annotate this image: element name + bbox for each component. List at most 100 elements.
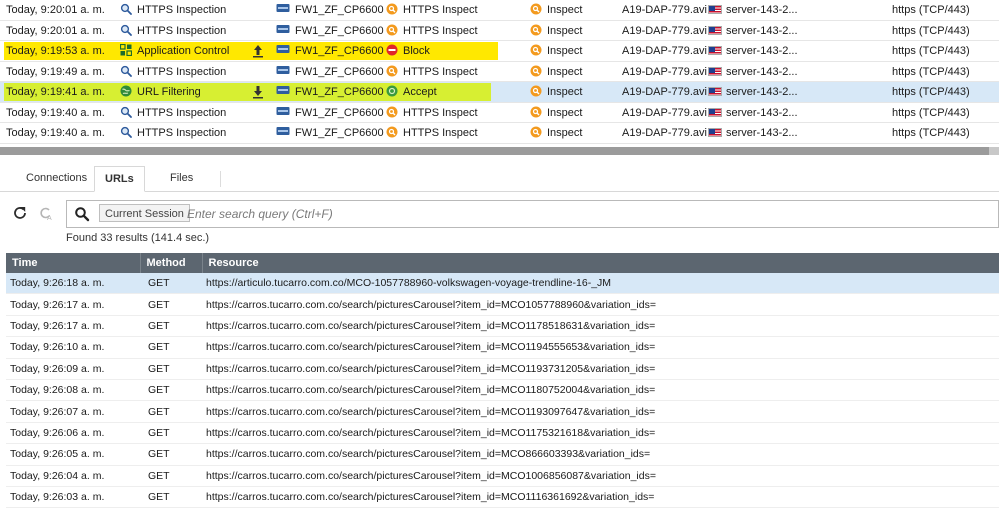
url-row[interactable]: Today, 9:26:10 a. m. GET https://carros.tu… [6,336,999,359]
url-row[interactable]: Today, 9:26:06 a. m. GET https://carros.tu… [6,422,999,445]
url-row[interactable]: Today, 9:26:04 a. m. GET https://carros.tu… [6,465,999,487]
log-type-label: Inspect [547,106,583,119]
refresh-icon[interactable] [12,205,28,221]
magnifier-icon [120,106,132,118]
search-icon[interactable] [74,206,90,222]
log-row[interactable]: Today, 9:19:40 a. m. HTTPS Inspection FW1_… [0,123,999,144]
url-row[interactable]: Today, 9:26:18 a. m. GET https://articulo.… [6,273,999,295]
url-resource: https://carros.tucarro.com.co/search/pic… [202,422,999,445]
url-time: Today, 9:26:03 a. m. [6,486,140,508]
url-resource: https://carros.tucarro.com.co/search/pic… [202,486,999,508]
log-type-label: Inspect [547,65,583,78]
log-time: Today, 9:20:01 a. m. [6,4,105,16]
search-input[interactable] [187,205,887,223]
column-header-method[interactable]: Method [140,253,203,273]
log-gateway-label: FW1_ZF_CP6600 [295,127,384,139]
url-row[interactable]: Today, 9:26:09 a. m. GET https://carros.tu… [6,358,999,380]
log-type: Inspect [530,106,582,120]
log-destination: server-143-2... [708,126,798,140]
log-blade: HTTPS Inspection [120,126,226,140]
tab-urls[interactable]: URLs [94,166,145,192]
log-row[interactable]: Today, 9:20:01 a. m. HTTPS Inspection FW1_… [0,0,999,21]
inspect-type-icon [530,85,542,97]
log-action: HTTPS Inspect [386,106,478,120]
log-time: Today, 9:19:49 a. m. [6,65,105,78]
url-time: Today, 9:26:04 a. m. [6,465,140,487]
gateway-icon [276,65,290,77]
log-row[interactable]: Today, 9:20:01 a. m. HTTPS Inspection FW1_… [0,21,999,41]
log-service: https (TCP/443) [892,65,970,78]
url-method: GET [140,358,202,380]
tab-connections[interactable]: Connections [16,166,97,191]
log-time: Today, 9:19:40 a. m. [6,127,105,139]
magnifier-icon [120,65,132,77]
us-flag-icon [708,5,722,14]
log-source: A19-DAP-779.avi... [622,106,717,119]
log-type: Inspect [530,126,582,140]
log-row[interactable]: Today, 9:19:53 a. m. Application Control F… [0,41,999,62]
log-type-label: Inspect [547,24,583,37]
arrow-up-icon [252,44,264,58]
magnifier-icon [120,24,132,36]
log-time: Today, 9:19:41 a. m. [6,86,105,98]
gateway-icon [276,106,290,118]
log-destination-label: server-143-2... [726,4,798,16]
gateway-icon [276,24,290,36]
horizontal-scrollbar[interactable] [0,147,999,155]
log-blade: URL Filtering [120,85,201,99]
log-destination-label: server-143-2... [726,127,798,139]
log-row[interactable]: Today, 9:19:49 a. m. HTTPS Inspection FW1_… [0,62,999,82]
url-method: GET [140,379,202,402]
url-row[interactable]: Today, 9:26:17 a. m. GET https://carros.tu… [6,315,999,338]
url-row[interactable]: Today, 9:26:05 a. m. GET https://carros.tu… [6,443,999,466]
log-action-label: Accept [403,86,437,98]
url-resource: https://carros.tucarro.com.co/search/pic… [202,443,999,466]
us-flag-icon [708,128,722,137]
tab-divider [220,171,221,187]
url-resource: https://carros.tucarro.com.co/search/pic… [202,400,999,423]
search-box[interactable]: Current Session [66,200,999,228]
log-action: Block [386,44,430,58]
url-time: Today, 9:26:07 a. m. [6,400,140,423]
inspect-type-icon [530,24,542,36]
log-source: A19-DAP-779.avi... [622,45,717,57]
https-inspect-icon [386,24,398,36]
tab-files[interactable]: Files [160,166,203,191]
url-method: GET [140,400,202,423]
log-type: Inspect [530,24,582,38]
url-row[interactable]: Today, 9:26:03 a. m. GET https://carros.tu… [6,486,999,508]
log-type: Inspect [530,3,582,17]
gateway-icon [276,126,290,138]
log-type-label: Inspect [547,45,583,57]
url-row[interactable]: Today, 9:26:17 a. m. GET https://carros.tu… [6,293,999,316]
log-gateway: FW1_ZF_CP6600 [276,106,384,120]
log-destination-label: server-143-2... [726,45,798,57]
search-scope-chip[interactable]: Current Session [99,204,190,222]
log-action: HTTPS Inspect [386,65,478,79]
url-resource: https://carros.tucarro.com.co/search/pic… [202,465,999,487]
accept-icon [386,85,398,97]
log-gateway: FW1_ZF_CP6600 [276,24,384,38]
url-row[interactable]: Today, 9:26:08 a. m. GET https://carros.tu… [6,379,999,402]
log-action-label: HTTPS Inspect [403,4,478,16]
filter-clear-icon[interactable]: A [38,205,54,222]
url-method: GET [140,273,202,295]
magnifier-icon [120,3,132,15]
url-resource: https://carros.tucarro.com.co/search/pic… [202,293,999,316]
log-row[interactable]: Today, 9:19:41 a. m. URL Filtering FW1_ZF_… [0,82,999,103]
url-row[interactable]: Today, 9:26:07 a. m. GET https://carros.tu… [6,400,999,423]
gateway-icon [276,85,290,97]
column-header-time[interactable]: Time [6,253,141,273]
log-action: HTTPS Inspect [386,126,478,140]
log-gateway: FW1_ZF_CP6600 [276,65,384,79]
log-gateway: FW1_ZF_CP6600 [276,85,384,99]
log-destination: server-143-2... [708,24,798,38]
column-header-resource[interactable]: Resource [202,253,999,273]
url-method: GET [140,465,202,487]
log-blade-label: HTTPS Inspection [137,127,227,139]
log-row[interactable]: Today, 9:19:40 a. m. HTTPS Inspection FW1_… [0,103,999,123]
us-flag-icon [708,25,722,35]
log-destination-label: server-143-2... [726,65,798,78]
url-table: Time Method Resource Today, 9:26:18 a. m… [6,253,999,508]
log-destination: server-143-2... [708,44,798,58]
